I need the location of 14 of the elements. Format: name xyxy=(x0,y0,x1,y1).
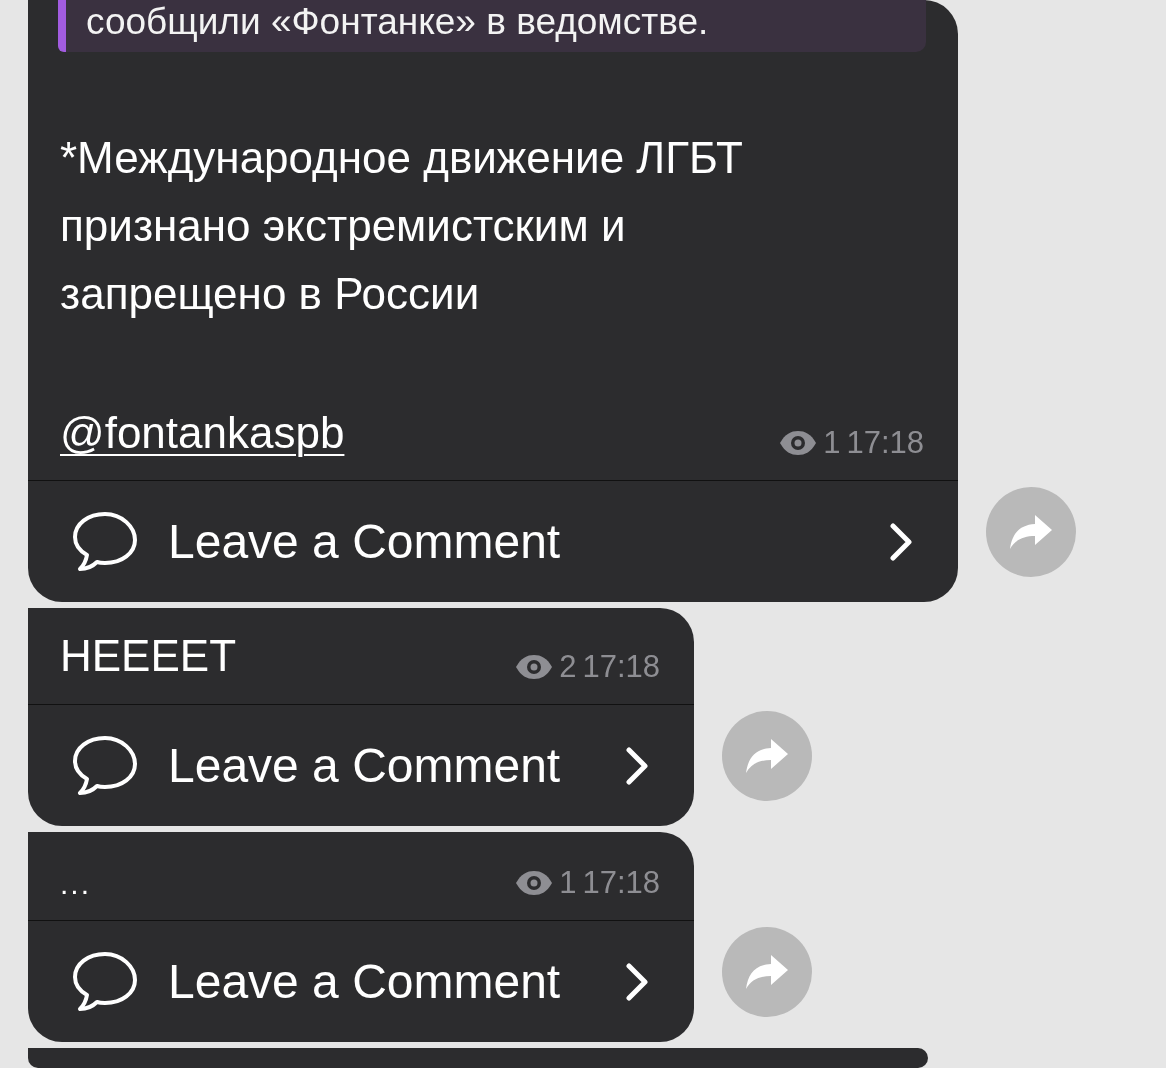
message-text: НЕЕЕЕТ xyxy=(60,630,237,682)
comment-button[interactable]: Leave a Comment xyxy=(28,704,694,826)
quote-text: сообщили «Фонтанке» в ведомстве. xyxy=(58,0,926,52)
message-time: 17:18 xyxy=(846,423,924,462)
message-time: 17:18 xyxy=(582,863,660,902)
comment-button[interactable]: Leave a Comment xyxy=(28,920,694,1042)
view-count: 1 xyxy=(823,423,841,462)
view-count: 1 xyxy=(559,863,577,902)
comment-button[interactable]: Leave a Comment xyxy=(28,480,958,602)
view-count: 2 xyxy=(559,647,577,686)
message-text: *Международное движение ЛГБТ признано экстремистским и запрещено в России xyxy=(59,132,744,320)
message-text: ... xyxy=(60,866,91,902)
message-time: 17:18 xyxy=(582,647,660,686)
channel-link[interactable]: @fontankaspb xyxy=(60,400,345,466)
